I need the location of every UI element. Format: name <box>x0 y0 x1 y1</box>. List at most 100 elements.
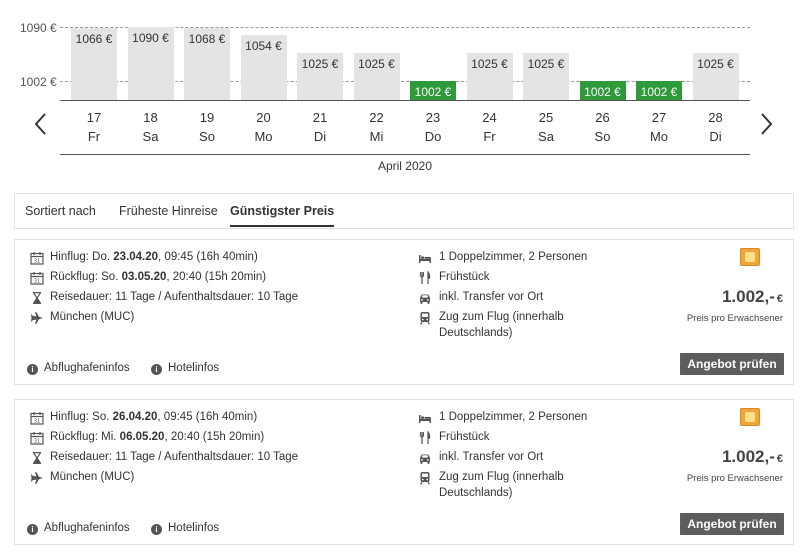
rail-fly-info-cont: Deutschlands) <box>439 327 513 339</box>
travel-duration: Reisedauer: 11 Tage / Aufenthaltsdauer: … <box>50 291 299 303</box>
day-number: 26 <box>595 110 610 125</box>
day-number: 20 <box>256 110 271 125</box>
day-number: 18 <box>143 110 158 125</box>
price-bar-label: 1025 € <box>697 56 734 71</box>
day-25[interactable]: 25 Sa <box>518 108 574 146</box>
price-bar-22[interactable]: 1025 € <box>353 52 400 100</box>
day-number: 17 <box>86 110 102 125</box>
price-bar-18[interactable]: 1090 € <box>127 27 174 100</box>
svg-text:31: 31 <box>34 259 40 265</box>
train-icon <box>419 472 431 485</box>
cutlery-icon <box>420 431 431 444</box>
check-offer-button[interactable]: Angebot prüfen <box>680 513 784 535</box>
info-icon: i <box>27 524 38 535</box>
price-bar-label: 1025 € <box>527 56 565 71</box>
hotel-info-link[interactable]: i Hotelinfos <box>151 362 219 375</box>
price-note: Preis pro Erwachsener <box>686 313 783 324</box>
day-24[interactable]: 24 Fr <box>462 108 518 146</box>
airplane-icon <box>31 312 43 324</box>
price-bar-26[interactable]: 1002 € <box>579 81 626 100</box>
price-bar-28[interactable]: 1025 € <box>692 52 739 100</box>
weekday: Di <box>709 129 722 144</box>
price-bar-17[interactable]: 1066 € <box>71 28 117 100</box>
price-value: 1.002,- <box>721 287 775 306</box>
chevron-right-icon[interactable] <box>757 111 775 137</box>
offer-price: 1.002,- € <box>722 447 783 467</box>
price-bar-21[interactable]: 1025 € <box>297 52 343 100</box>
price-bar-19[interactable]: 1068 € <box>184 28 230 100</box>
offer-card-2: 31 Hinflug: So. 26.04.20, 09:45 (16h 40m… <box>14 399 794 545</box>
weekday: So <box>594 129 611 144</box>
chevron-left-icon[interactable] <box>32 111 50 137</box>
price-bar-23[interactable]: 1002 € <box>410 81 456 100</box>
check-offer-button[interactable]: Angebot prüfen <box>680 353 784 375</box>
board-info: Frühstück <box>439 271 490 283</box>
day-number: 21 <box>312 110 328 125</box>
weekday: Mo <box>649 129 669 144</box>
outbound-time: , 09:45 (16h 40min) <box>157 411 258 423</box>
travel-duration: Reisedauer: 11 Tage / Aufenthaltsdauer: … <box>50 451 299 463</box>
hotel-logo <box>740 248 760 266</box>
airplane-icon <box>31 472 43 484</box>
price-bar-27[interactable]: 1002 € <box>636 81 682 100</box>
reference-label-high: 1090 € <box>20 21 57 35</box>
hotel-info-label: Hotelinfos <box>168 522 220 534</box>
day-23[interactable]: 23 Do <box>405 108 461 146</box>
day-20[interactable]: 20 Mo <box>236 108 292 146</box>
rail-fly-info: Zug zum Flug (innerhalb <box>439 311 564 323</box>
outbound-prefix: Hinflug: So. <box>50 411 113 423</box>
hotel-info-link[interactable]: i Hotelinfos <box>151 522 219 535</box>
price-bar-25[interactable]: 1025 € <box>523 52 569 100</box>
day-19[interactable]: 19 So <box>179 108 235 146</box>
weekday: Di <box>313 129 327 144</box>
weekday: Fr <box>483 129 496 144</box>
cutlery-icon <box>420 271 431 284</box>
airport-info-link[interactable]: i Abflughafeninfos <box>27 362 130 375</box>
sort-option-earliest[interactable]: Früheste Hinreise <box>119 204 218 218</box>
price-bar-label: 1068 € <box>188 32 226 46</box>
rail-fly-info: Zug zum Flug (innerhalb <box>439 471 564 483</box>
day-26[interactable]: 26 So <box>575 108 631 146</box>
price-currency: € <box>776 453 783 465</box>
price-calendar: 1090 € 1002 € 1066 € 1090 € 1068 € 1054 € 10… <box>0 0 804 185</box>
airport-info-link[interactable]: i Abflughafeninfos <box>27 522 130 535</box>
day-number: 22 <box>369 110 384 125</box>
day-21[interactable]: 21 Di <box>292 108 348 146</box>
sort-label: Sortiert nach <box>25 204 96 218</box>
return-prefix: Rückflug: So. <box>50 271 122 283</box>
offer-price: 1.002,- € <box>722 287 783 307</box>
day-28[interactable]: 28 Di <box>688 108 744 146</box>
airport-info-label: Abflughafeninfos <box>44 362 130 374</box>
outbound-prefix: Hinflug: Do. <box>50 251 114 263</box>
train-icon <box>419 312 431 325</box>
price-bar-label: 1054 € <box>245 39 282 54</box>
rail-fly-info-cont: Deutschlands) <box>439 487 513 499</box>
day-18[interactable]: 18 Sa <box>123 108 179 146</box>
bed-icon <box>419 255 431 263</box>
outbound-flight: Hinflug: Do. 23.04.20, 09:45 (16h 40min) <box>50 251 258 263</box>
hotel-info-label: Hotelinfos <box>168 362 220 374</box>
svg-text:31: 31 <box>34 439 40 445</box>
weekday: So <box>199 129 215 144</box>
price-bar-24[interactable]: 1025 € <box>466 52 513 100</box>
return-prefix: Rückflug: Mi. <box>50 431 120 443</box>
info-icon: i <box>151 524 162 535</box>
price-bar-label: 1002 € <box>640 85 678 99</box>
month-divider <box>60 154 750 155</box>
day-22[interactable]: 22 Mi <box>349 108 405 146</box>
price-bar-label: 1025 € <box>471 56 508 71</box>
transfer-info: inkl. Transfer vor Ort <box>439 451 544 463</box>
room-info: 1 Doppelzimmer, 2 Personen <box>439 251 588 263</box>
price-bar-20[interactable]: 1054 € <box>240 35 287 100</box>
hotel-logo <box>740 408 760 426</box>
hourglass-icon <box>33 292 41 304</box>
day-number: 23 <box>425 110 441 125</box>
svg-text:31: 31 <box>34 419 40 425</box>
price-bar-label: 1025 € <box>301 56 339 71</box>
sort-option-cheapest[interactable]: Günstigster Preis <box>230 204 335 227</box>
return-flight: Rückflug: So. 03.05.20, 20:40 (15h 20min… <box>50 271 266 283</box>
price-currency: € <box>776 293 783 305</box>
bed-icon <box>419 415 431 423</box>
day-17[interactable]: 17 Fr <box>66 108 122 146</box>
day-27[interactable]: 27 Mo <box>631 108 687 146</box>
